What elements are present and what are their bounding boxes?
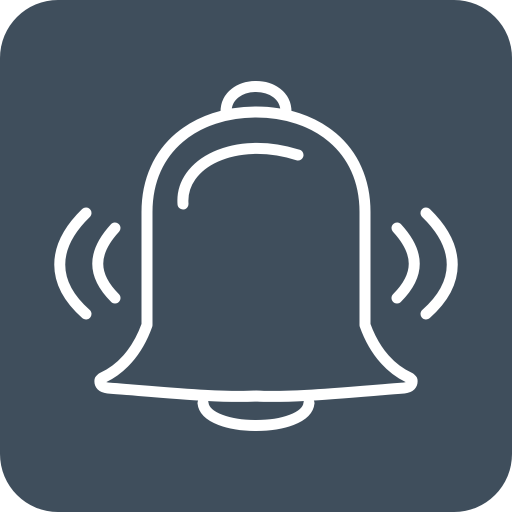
bell-ringing-icon — [0, 0, 512, 512]
icon-background — [0, 0, 512, 512]
app-icon-tile[interactable] — [0, 0, 512, 512]
